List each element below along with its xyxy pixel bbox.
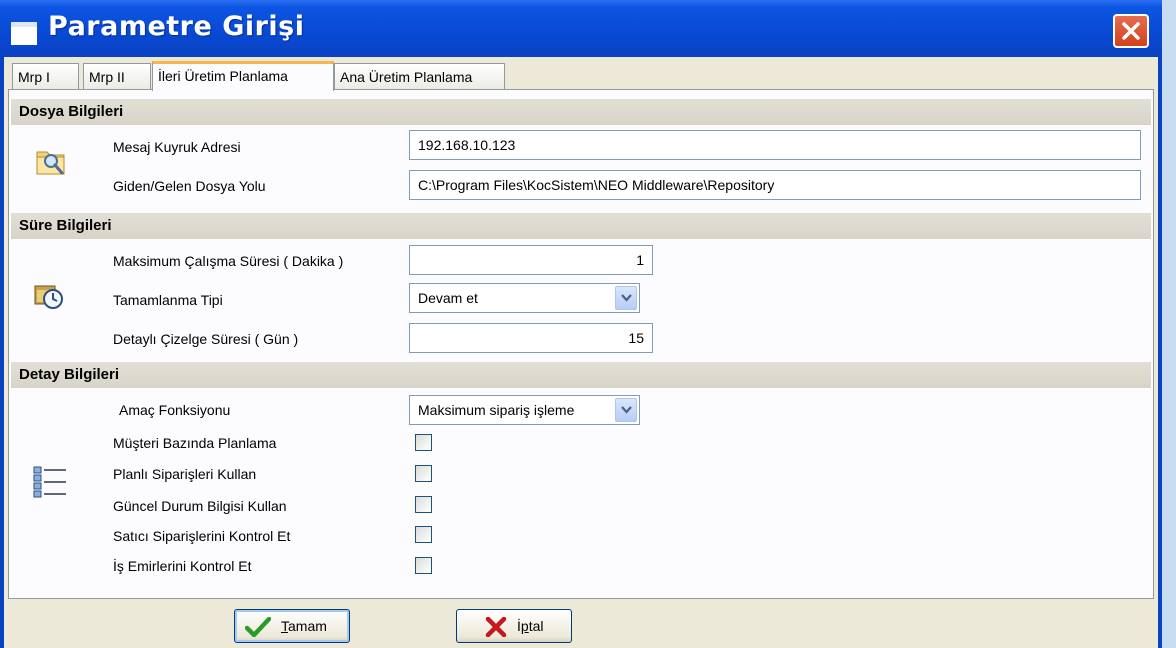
window-border-right xyxy=(1158,57,1162,648)
checkbox-satici-siparisleri[interactable] xyxy=(415,526,432,543)
amac-fonksiyonu-label: Amaç Fonksiyonu xyxy=(119,402,231,418)
tamamlanma-tipi-value: Devam et xyxy=(418,290,478,306)
checkbox-guncel-durum[interactable] xyxy=(415,496,432,513)
close-icon xyxy=(1122,22,1140,40)
maks-calisma-input[interactable]: 1 xyxy=(409,245,653,275)
chevron-down-icon xyxy=(621,406,632,414)
tamamlanma-tipi-dropdown-button[interactable] xyxy=(615,286,637,310)
x-icon xyxy=(485,617,507,637)
tamam-button[interactable]: Tamam xyxy=(234,609,350,643)
tab-ileri-uretim-planlama[interactable]: İleri Üretim Planlama xyxy=(152,61,334,91)
checkbox-is-emirleri[interactable] xyxy=(415,557,432,574)
checkbox-musteri-bazinda[interactable] xyxy=(415,434,432,451)
iptal-button[interactable]: İptal xyxy=(456,609,572,643)
detayli-cizelge-label: Detaylı Çizelge Süresi ( Gün ) xyxy=(113,331,299,347)
calendar-clock-icon xyxy=(34,285,63,309)
button-bar xyxy=(4,600,1158,648)
dosya-yolu-label: Giden/Gelen Dosya Yolu xyxy=(113,178,266,194)
tab-ana-uretim-planlama[interactable]: Ana Üretim Planlama xyxy=(334,63,505,89)
mesaj-kuyruk-input[interactable]: 192.168.10.123 xyxy=(409,130,1141,160)
amac-fonksiyonu-dropdown-button[interactable] xyxy=(615,398,637,422)
section-detay-bilgileri: Detay Bilgileri xyxy=(11,362,1151,388)
iptal-hotkey: p xyxy=(520,618,529,634)
close-button[interactable] xyxy=(1113,14,1149,48)
check-label-is-emirleri: İş Emirlerini Kontrol Et xyxy=(113,558,252,574)
tamamlanma-tipi-label: Tamamlanma Tipi xyxy=(113,292,223,308)
mesaj-kuyruk-label: Mesaj Kuyruk Adresi xyxy=(113,139,241,155)
check-icon xyxy=(245,617,271,637)
tab-mrp-1[interactable]: Mrp I xyxy=(12,63,79,89)
section-sure-bilgileri: Süre Bilgileri xyxy=(11,213,1151,239)
amac-fonksiyonu-select[interactable]: Maksimum sipariş işleme xyxy=(409,395,640,425)
check-label-musteri-bazinda: Müşteri Bazında Planlama xyxy=(113,435,277,451)
title-bar[interactable]: Parametre Girişi xyxy=(0,0,1162,57)
check-label-satici-siparisleri: Satıcı Siparişlerini Kontrol Et xyxy=(113,528,291,544)
check-label-planli-siparisler: Planlı Siparişleri Kullan xyxy=(113,466,257,482)
tamam-label: amam xyxy=(288,618,327,634)
tamam-hotkey: T xyxy=(281,618,288,634)
list-icon xyxy=(33,466,66,498)
check-label-guncel-durum: Güncel Durum Bilgisi Kullan xyxy=(113,498,287,514)
folder-search-icon xyxy=(36,151,65,175)
tamamlanma-tipi-select[interactable]: Devam et xyxy=(409,283,640,313)
dialog-window: Parametre Girişi Mrp I Mrp II İleri Üret… xyxy=(0,0,1162,648)
checkbox-planli-siparisler[interactable] xyxy=(415,465,432,482)
amac-fonksiyonu-value: Maksimum sipariş işleme xyxy=(418,402,575,418)
maks-calisma-label: Maksimum Çalışma Süresi ( Dakika ) xyxy=(113,253,344,269)
dosya-yolu-input[interactable]: C:\Program Files\KocSistem\NEO Middlewar… xyxy=(409,170,1141,200)
window-border-left xyxy=(0,57,4,648)
tab-panel: Dosya Bilgileri Mesaj Kuyruk Adresi 192.… xyxy=(8,89,1154,599)
detayli-cizelge-input[interactable]: 15 xyxy=(409,323,653,353)
tab-mrp-2[interactable]: Mrp II xyxy=(83,63,151,89)
window-icon xyxy=(11,22,37,45)
window-title: Parametre Girişi xyxy=(48,11,305,42)
section-dosya-bilgileri: Dosya Bilgileri xyxy=(11,99,1151,125)
iptal-label-end: tal xyxy=(528,618,544,634)
chevron-down-icon xyxy=(621,294,632,302)
